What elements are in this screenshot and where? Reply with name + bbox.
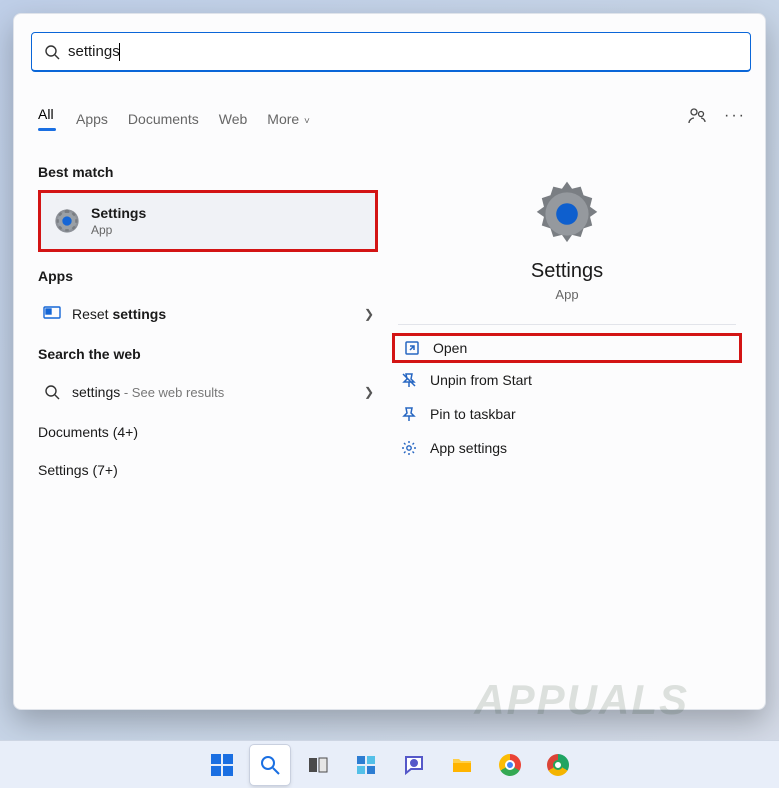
- taskbar-chrome-canary[interactable]: [538, 745, 578, 785]
- result-search-web[interactable]: settings - See web results ❯: [38, 372, 378, 412]
- search-box[interactable]: settings: [31, 32, 751, 72]
- tab-more[interactable]: More ˅: [267, 105, 310, 133]
- best-match-title: Settings: [91, 205, 146, 221]
- tab-web[interactable]: Web: [219, 105, 248, 133]
- web-heading: Search the web: [38, 346, 378, 362]
- best-match-sub: App: [91, 223, 146, 237]
- widgets-icon: [354, 753, 378, 777]
- action-app-settings[interactable]: App settings: [392, 431, 742, 465]
- action-appsettings-label: App settings: [430, 440, 507, 456]
- more-options-icon[interactable]: ···: [725, 106, 745, 126]
- result-reset-settings[interactable]: Reset settings ❯: [38, 294, 378, 334]
- chevron-down-icon: ˅: [301, 116, 310, 127]
- tab-documents[interactable]: Documents: [128, 105, 199, 133]
- taskview-icon: [306, 753, 330, 777]
- category-settings[interactable]: Settings (7+): [38, 462, 378, 478]
- taskbar-explorer[interactable]: [442, 745, 482, 785]
- monitor-icon: [42, 304, 62, 324]
- taskbar-start[interactable]: [202, 745, 242, 785]
- tab-all[interactable]: All: [38, 100, 56, 137]
- chat-icon: [402, 753, 426, 777]
- open-icon: [403, 339, 421, 357]
- taskbar-chat[interactable]: [394, 745, 434, 785]
- pin-icon: [400, 405, 418, 423]
- action-open[interactable]: Open: [392, 333, 742, 363]
- best-match-heading: Best match: [38, 164, 378, 180]
- gear-icon-large: [531, 178, 603, 250]
- folder-icon: [450, 753, 474, 777]
- action-pin-label: Pin to taskbar: [430, 406, 516, 422]
- filter-tabs: All Apps Documents Web More ˅: [38, 100, 310, 137]
- search-icon: [258, 753, 282, 777]
- chrome-canary-icon: [547, 754, 569, 776]
- chrome-icon: [499, 754, 521, 776]
- taskbar: [0, 740, 779, 788]
- taskbar-search[interactable]: [250, 745, 290, 785]
- gear-icon: [400, 439, 418, 457]
- action-open-label: Open: [433, 340, 467, 356]
- preview-sub: App: [392, 287, 742, 302]
- search-input-text: settings: [68, 43, 120, 60]
- taskbar-chrome[interactable]: [490, 745, 530, 785]
- search-icon: [44, 44, 60, 60]
- action-unpin-label: Unpin from Start: [430, 372, 532, 388]
- divider: [398, 324, 736, 325]
- watermark: APPUALS: [474, 676, 689, 724]
- chevron-right-icon: ❯: [364, 385, 374, 399]
- taskbar-widgets[interactable]: [346, 745, 386, 785]
- windows-logo-icon: [211, 754, 233, 776]
- chevron-right-icon: ❯: [364, 307, 374, 321]
- action-unpin-start[interactable]: Unpin from Start: [392, 363, 742, 397]
- apps-heading: Apps: [38, 268, 378, 284]
- unpin-icon: [400, 371, 418, 389]
- reset-text-pre: Reset: [72, 306, 112, 322]
- search-panel: settings All Apps Documents Web More ˅ ·…: [13, 13, 766, 710]
- reset-text-bold: settings: [112, 306, 166, 322]
- preview-pane: Settings App Open Unpin from Start Pin t…: [392, 164, 742, 465]
- preview-title: Settings: [392, 260, 742, 283]
- people-icon[interactable]: [687, 106, 707, 126]
- best-match-settings[interactable]: Settings App: [38, 190, 378, 252]
- taskbar-taskview[interactable]: [298, 745, 338, 785]
- web-suffix: - See web results: [120, 385, 224, 400]
- action-pin-taskbar[interactable]: Pin to taskbar: [392, 397, 742, 431]
- search-icon: [42, 382, 62, 402]
- gear-icon: [53, 207, 81, 235]
- tab-apps[interactable]: Apps: [76, 105, 108, 133]
- category-documents[interactable]: Documents (4+): [38, 424, 378, 440]
- web-query: settings: [72, 384, 120, 400]
